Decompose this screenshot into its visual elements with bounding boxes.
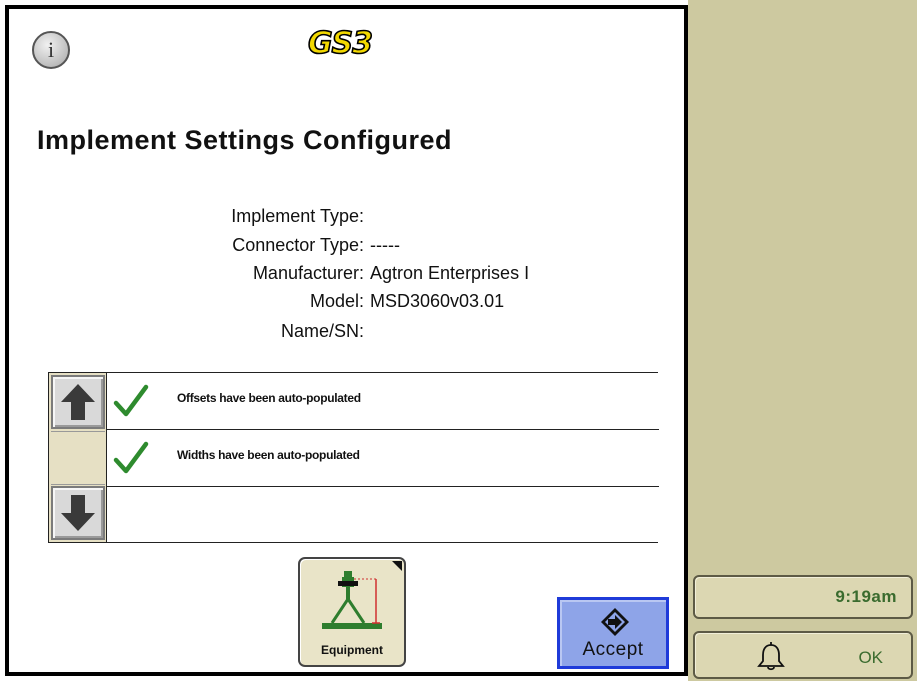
detail-value: MSD3060v03.01 [370,291,505,311]
info-icon: i [47,37,55,62]
detail-value: Agtron Enterprises I [370,263,530,283]
accept-arrow-icon [601,608,629,636]
implement-icon [322,571,382,629]
list-item-text: Offsets have been auto-populated [177,391,361,405]
detail-key: Model: [309,291,364,311]
list-item-text: Widths have been auto-populated [177,448,360,462]
scroll-track[interactable] [51,431,105,485]
accept-button[interactable]: Accept [557,597,669,669]
side-panel: 9:19am OK [688,0,917,681]
detail-row-model: Model: MSD3060v03.01 [14,289,614,313]
bell-icon [757,642,785,671]
scroll-down-button[interactable] [51,486,105,540]
message-list: Offsets have been auto-populated Widths … [48,372,659,543]
detail-key: Manufacturer: [252,263,364,283]
alarm-ok-button[interactable]: OK [693,631,913,679]
accept-button-label: Accept [582,639,644,660]
list-item: Widths have been auto-populated [107,430,659,487]
corner-triangle-icon [392,561,402,571]
arrow-down-icon [61,495,95,531]
list-item: Offsets have been auto-populated [107,373,659,430]
detail-row-implement-type: Implement Type: [14,204,614,228]
list-scrollbar[interactable] [49,373,107,542]
list-item [107,487,659,542]
equipment-button[interactable]: Equipment [298,557,406,667]
detail-value: ----- [370,235,400,255]
detail-row-manufacturer: Manufacturer: Agtron Enterprises I [14,261,614,285]
info-button[interactable]: i [32,31,70,69]
scroll-up-button[interactable] [51,375,105,429]
checkmark-icon [113,441,149,474]
detail-row-name-sn: Name/SN: [14,319,614,343]
detail-row-connector-type: Connector Type: ----- [14,233,614,257]
gs3-logo: GS3 [307,25,374,62]
checkmark-icon [113,384,149,417]
detail-key: Connector Type: [232,235,364,255]
alarm-ok-label: OK [858,648,883,667]
page-title: Implement Settings Configured [37,125,453,155]
clock-time: 9:19am [835,587,897,606]
clock-display[interactable]: 9:19am [693,575,913,619]
arrow-up-icon [61,384,95,420]
implement-settings-dialog: i GS3 Implement Settings Configured Impl… [5,5,688,676]
detail-key: Name/SN: [280,321,364,341]
equipment-button-label: Equipment [321,643,383,657]
detail-key: Implement Type: [231,206,364,226]
